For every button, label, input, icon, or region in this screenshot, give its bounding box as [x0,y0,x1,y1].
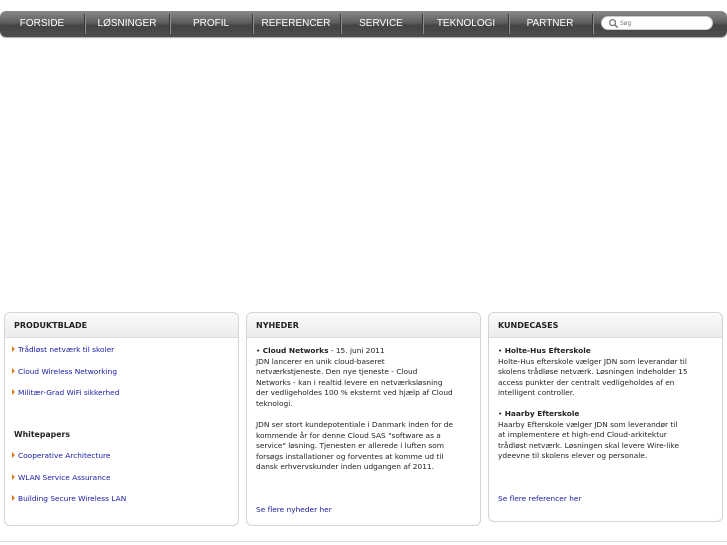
whitepapers-heading: Whitepapers [14,430,71,439]
nav-partner[interactable]: PARTNER [514,11,586,37]
whitepaper-link[interactable]: Building Secure Wireless LAN [12,494,126,503]
case-heading: • Holte-Hus Efterskole [498,346,591,355]
whitepaper-link[interactable]: Cooperative Architecture [12,451,110,460]
news-item-heading: • Cloud Networks - 15. juni 2011 [256,346,385,355]
news-title: Cloud Networks [262,346,329,355]
nav-divider [169,14,170,34]
nav-referencer[interactable]: REFERENCER [256,11,336,37]
case-line: skolens trådløse netværk. Løsningen inde… [498,367,688,376]
case-line: Holte-Hus efterskole vælger JDN som leve… [498,356,687,366]
produktblad-link[interactable]: Trådløst netværk til skoler [12,345,114,354]
nav-profil[interactable]: PROFIL [176,11,246,37]
nyheder-panel: NYHEDER • Cloud Networks - 15. juni 2011… [246,312,481,526]
arrow-icon [12,368,15,374]
case-line: intelligent controller. [498,388,575,397]
news-line: JDN lancerer en unik cloud-baseret [256,356,385,366]
main-navigation: FORSIDE LØSNINGER PROFIL REFERENCER SERV… [0,11,727,37]
footer-divider [0,541,727,542]
news-date: - 15. juni 2011 [328,346,385,355]
produktblad-link[interactable]: Militær-Grad WiFi sikkerhed [12,388,119,397]
news-line: JDN ser stort kundepotentiale i Danmark … [256,420,453,429]
arrow-icon [12,389,15,395]
news-item: • Cloud Networks - 15. juni 2011 JDN lan… [256,346,472,409]
nav-divider [422,14,423,34]
case-line: access punkter der centralt vedligeholde… [498,377,675,387]
nav-divider [84,14,85,34]
search-box[interactable] [601,16,713,30]
news-paragraph: JDN ser stort kundepotentiale i Danmark … [256,420,472,473]
news-line: service" løsning. Tjenesten er allerede … [256,441,444,450]
news-line: netværkstjeneste. Den nye tjeneste - Clo… [256,367,418,376]
nav-divider [508,14,509,34]
more-references-link[interactable]: Se flere referencer her [498,494,582,503]
case-line: at implementere et high-end Cloud-arkite… [498,430,667,439]
case-item: • Haarby Efterskole Haarby Efterskole væ… [498,409,714,462]
news-line: teknologi. [256,398,293,408]
case-title: Holte-Hus Efterskole [504,346,591,355]
case-line: ydeevne til skolens elever og personale. [498,451,648,460]
arrow-icon [12,346,15,352]
more-news-link[interactable]: Se flere nyheder her [256,505,332,514]
panel-title: NYHEDER [247,313,480,338]
arrow-icon [12,452,15,458]
nav-divider [592,14,593,34]
case-line: trådløst netværk. Løsningen skal levere … [498,440,679,450]
produktblade-panel: PRODUKTBLADE Trådløst netværk til skoler… [4,312,239,526]
case-item: • Holte-Hus Efterskole Holte-Hus eftersk… [498,346,714,399]
kundecases-panel: KUNDECASES • Holte-Hus Efterskole Holte-… [488,312,723,522]
nav-service[interactable]: SERVICE [346,11,416,37]
panel-title: PRODUKTBLADE [5,313,238,338]
news-line: forsøgs installationer og forventes at k… [256,451,444,461]
news-line: dansk erhvervskunder inden udgangen af 2… [256,462,434,471]
news-line: Networks - kan i realtid levere en netvæ… [256,377,443,387]
news-line: der vedligeholdes 100 % eksternt ved hjæ… [256,388,453,397]
search-input[interactable] [620,17,708,29]
whitepaper-link[interactable]: WLAN Service Assurance [12,473,111,482]
nav-divider [252,14,253,34]
arrow-icon [12,474,15,480]
case-heading: • Haarby Efterskole [498,409,580,418]
nav-losninger[interactable]: LØSNINGER [88,11,166,37]
produktblad-link[interactable]: Cloud Wireless Networking [12,367,117,376]
nav-teknologi[interactable]: TEKNOLOGI [428,11,504,37]
search-icon [609,19,619,29]
panel-title: KUNDECASES [489,313,722,338]
nav-forside[interactable]: FORSIDE [10,11,74,37]
news-line: kommende år for denne Cloud SAS "softwar… [256,430,441,440]
case-title: Haarby Efterskole [504,409,580,418]
arrow-icon [12,495,15,501]
nav-divider [340,14,341,34]
case-line: Haarby Efterskole vælger JDN som leveran… [498,419,678,429]
